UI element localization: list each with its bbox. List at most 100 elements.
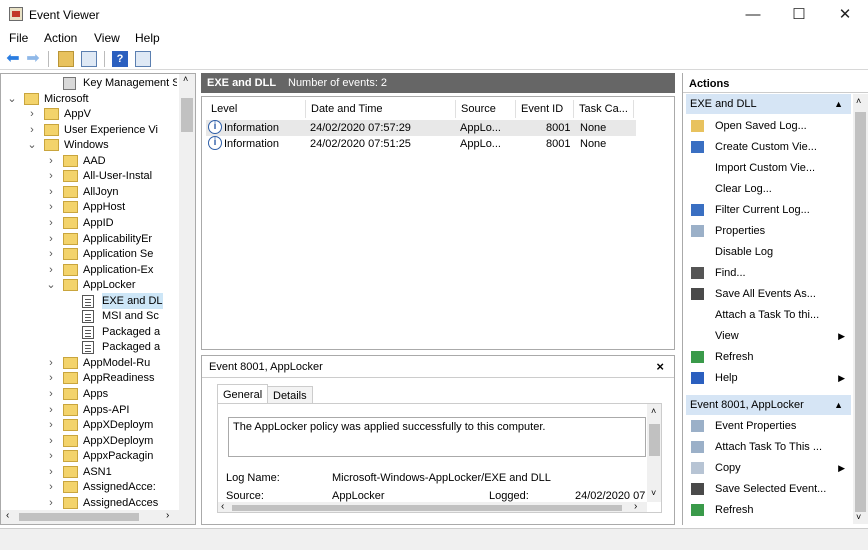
- menu-file[interactable]: File: [9, 31, 28, 45]
- tree-item[interactable]: Packaged a: [1, 339, 177, 355]
- tree-item[interactable]: › AppReadiness: [1, 370, 177, 386]
- actions-section-event[interactable]: Event 8001, AppLocker ▲: [686, 395, 851, 415]
- collapsed-chevron-icon[interactable]: ›: [45, 417, 57, 433]
- minimize-button[interactable]: —: [730, 0, 776, 29]
- action-item[interactable]: Clear Log...: [686, 179, 851, 199]
- close-button[interactable]: ✕: [822, 0, 868, 29]
- collapse-triangle-icon[interactable]: ▲: [834, 94, 843, 114]
- scroll-left-arrow-icon[interactable]: ‹: [6, 510, 9, 521]
- action-item[interactable]: Find...: [686, 263, 851, 283]
- help-icon[interactable]: ?: [112, 51, 128, 67]
- scroll-down-arrow-icon[interactable]: ˅: [856, 512, 861, 522]
- tree-item[interactable]: › Application Se: [1, 246, 177, 262]
- forward-arrow-icon[interactable]: ➡: [25, 51, 41, 67]
- back-arrow-icon[interactable]: ⬅: [5, 51, 21, 67]
- menu-help[interactable]: Help: [135, 31, 160, 45]
- tree-item[interactable]: Key Management Ser: [1, 75, 177, 91]
- tree-item[interactable]: › AppxPackagin: [1, 448, 177, 464]
- action-item[interactable]: Event Properties: [686, 416, 851, 436]
- tab-details[interactable]: Details: [267, 386, 313, 404]
- tree-item[interactable]: › AppModel-Ru: [1, 355, 177, 371]
- scroll-left-arrow-icon[interactable]: ‹: [221, 501, 224, 512]
- tree-item[interactable]: › AAD: [1, 153, 177, 169]
- tree-item[interactable]: › AppV: [1, 106, 177, 122]
- tree-item[interactable]: › User Experience Vi: [1, 122, 177, 138]
- detail-horizontal-scrollbar[interactable]: ‹ ›: [218, 501, 647, 512]
- tree-item[interactable]: ⌄ Microsoft: [1, 91, 177, 107]
- action-item[interactable]: Attach a Task To thi...: [686, 305, 851, 325]
- action-item[interactable]: Open Saved Log...: [686, 116, 851, 136]
- action-item[interactable]: Attach Task To This ...: [686, 437, 851, 457]
- collapsed-chevron-icon[interactable]: ›: [45, 495, 57, 511]
- action-item[interactable]: Disable Log: [686, 242, 851, 262]
- detail-close-button[interactable]: ×: [656, 356, 664, 378]
- collapse-triangle-icon[interactable]: ▲: [834, 395, 843, 415]
- scroll-down-arrow-icon[interactable]: ˅: [651, 488, 656, 498]
- tree-item[interactable]: EXE and DL: [1, 292, 177, 309]
- collapsed-chevron-icon[interactable]: ›: [45, 433, 57, 449]
- tree-vertical-scrollbar[interactable]: ˄: [179, 74, 195, 510]
- tree-item[interactable]: › ApplicabilityEr: [1, 231, 177, 247]
- tree-item[interactable]: › AllJoyn: [1, 184, 177, 200]
- action-item[interactable]: Save Selected Event...: [686, 479, 851, 499]
- tree-item[interactable]: › Application-Ex: [1, 262, 177, 278]
- collapsed-chevron-icon[interactable]: ›: [45, 184, 57, 200]
- expanded-chevron-icon[interactable]: ⌄: [45, 277, 57, 293]
- collapsed-chevron-icon[interactable]: ›: [26, 106, 38, 122]
- collapsed-chevron-icon[interactable]: ›: [45, 199, 57, 215]
- actions-section-log[interactable]: EXE and DLL ▲: [686, 94, 851, 114]
- collapsed-chevron-icon[interactable]: ›: [45, 246, 57, 262]
- scroll-right-arrow-icon[interactable]: ›: [634, 501, 637, 512]
- column-date-time[interactable]: Date and Time: [306, 100, 456, 118]
- expanded-chevron-icon[interactable]: ⌄: [6, 91, 18, 107]
- scroll-right-arrow-icon[interactable]: ›: [166, 510, 169, 521]
- collapsed-chevron-icon[interactable]: ›: [45, 448, 57, 464]
- collapsed-chevron-icon[interactable]: ›: [45, 231, 57, 247]
- detail-scroll-thumb[interactable]: [649, 424, 660, 456]
- action-item[interactable]: Properties: [686, 221, 851, 241]
- action-item[interactable]: Refresh: [686, 347, 851, 367]
- action-item[interactable]: Help ▶: [686, 368, 851, 388]
- collapsed-chevron-icon[interactable]: ›: [45, 355, 57, 371]
- column-level[interactable]: Level: [206, 100, 306, 118]
- column-task-category[interactable]: Task Ca...: [574, 100, 634, 118]
- maximize-button[interactable]: ☐: [776, 0, 822, 29]
- tab-general[interactable]: General: [217, 384, 269, 404]
- collapsed-chevron-icon[interactable]: ›: [45, 168, 57, 184]
- tree-item[interactable]: ⌄ AppLocker: [1, 277, 177, 293]
- collapsed-chevron-icon[interactable]: ›: [45, 262, 57, 278]
- scroll-up-arrow-icon[interactable]: ˄: [183, 74, 188, 84]
- expanded-chevron-icon[interactable]: ⌄: [26, 137, 38, 153]
- collapsed-chevron-icon[interactable]: ›: [45, 215, 57, 231]
- detail-hscroll-thumb[interactable]: [232, 505, 622, 511]
- menu-view[interactable]: View: [94, 31, 120, 45]
- collapsed-chevron-icon[interactable]: ›: [45, 370, 57, 386]
- action-item[interactable]: Filter Current Log...: [686, 200, 851, 220]
- up-folder-icon[interactable]: [58, 51, 74, 67]
- collapsed-chevron-icon[interactable]: ›: [45, 386, 57, 402]
- scroll-up-arrow-icon[interactable]: ˄: [856, 96, 861, 106]
- tree-item[interactable]: › AppXDeploym: [1, 417, 177, 433]
- tree-scroll-thumb[interactable]: [181, 98, 193, 132]
- action-item[interactable]: Refresh: [686, 500, 851, 520]
- tree-item[interactable]: › AppHost: [1, 199, 177, 215]
- tree-item[interactable]: › AssignedAcce:: [1, 479, 177, 495]
- menu-action[interactable]: Action: [44, 31, 77, 45]
- action-item[interactable]: Import Custom Vie...: [686, 158, 851, 178]
- tree-horizontal-scrollbar[interactable]: ‹ ›: [1, 510, 195, 524]
- actions-scroll-thumb[interactable]: [855, 112, 866, 512]
- collapsed-chevron-icon[interactable]: ›: [45, 402, 57, 418]
- detail-vertical-scrollbar[interactable]: ˄ ˅: [647, 404, 661, 502]
- tree-item[interactable]: MSI and Sc: [1, 308, 177, 324]
- tree-item[interactable]: › AppXDeploym: [1, 433, 177, 449]
- tree-item[interactable]: › Apps-API: [1, 402, 177, 418]
- scroll-up-arrow-icon[interactable]: ˄: [651, 406, 656, 416]
- tree-item[interactable]: Packaged a: [1, 324, 177, 340]
- collapsed-chevron-icon[interactable]: ›: [26, 122, 38, 138]
- column-event-id[interactable]: Event ID: [516, 100, 574, 118]
- tree-item[interactable]: ⌄ Windows: [1, 137, 177, 153]
- action-item[interactable]: View ▶: [686, 326, 851, 346]
- action-item[interactable]: Save All Events As...: [686, 284, 851, 304]
- action-item[interactable]: Create Custom Vie...: [686, 137, 851, 157]
- tree-item[interactable]: › Apps: [1, 386, 177, 402]
